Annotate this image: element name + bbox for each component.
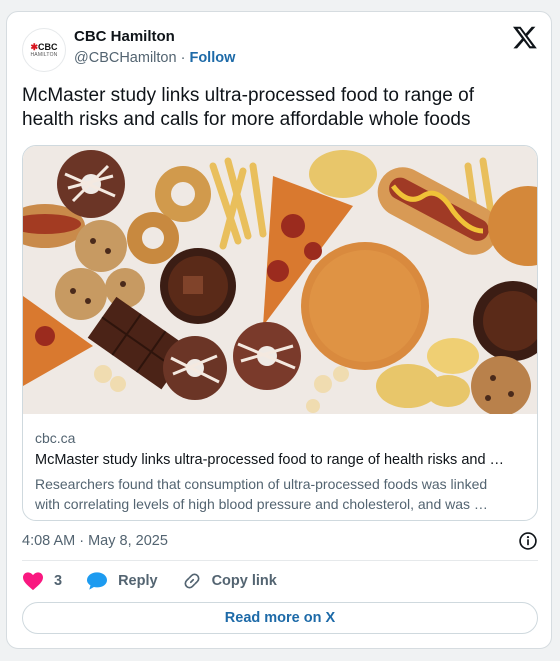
account-handle[interactable]: @CBCHamilton	[74, 50, 177, 66]
cbc-gem-icon: ✱	[30, 42, 39, 52]
tweet-text: McMaster study links ultra-processed foo…	[22, 85, 474, 130]
action-bar: 3 Reply Copy link	[22, 571, 301, 591]
link-title[interactable]: McMaster study links ultra-processed foo…	[35, 452, 525, 468]
reply-label: Reply	[118, 573, 158, 589]
account-name[interactable]: CBC Hamilton	[74, 28, 175, 45]
copy-link-label: Copy link	[211, 573, 277, 589]
avatar-text: CBC	[38, 42, 58, 52]
reply-button[interactable]: Reply	[86, 571, 158, 591]
copy-link-button[interactable]: Copy link	[182, 571, 277, 591]
avatar[interactable]: ✱CBC HAMILTON	[22, 28, 66, 72]
heart-icon	[23, 572, 43, 591]
link-description-line-2: with correlating levels of high blood pr…	[35, 496, 488, 512]
link-description-line-1: Researchers found that consumption of ul…	[35, 476, 488, 492]
separator: ·	[180, 50, 186, 66]
link-domain: cbc.ca	[35, 430, 76, 446]
link-info: cbc.ca McMaster study links ultra-proces…	[23, 414, 537, 514]
handle-row: @CBCHamilton · Follow	[74, 50, 235, 66]
divider	[22, 560, 538, 561]
link-icon	[184, 573, 200, 589]
reply-bubble-icon	[87, 572, 108, 590]
like-count: 3	[54, 573, 63, 589]
info-icon[interactable]	[518, 531, 538, 551]
link-description: Researchers found that consumption of ul…	[35, 474, 525, 514]
x-logo-icon[interactable]	[512, 24, 538, 50]
food-image	[23, 146, 537, 414]
link-card[interactable]: cbc.ca McMaster study links ultra-proces…	[22, 145, 538, 521]
avatar-subtext: HAMILTON	[30, 52, 58, 58]
timestamp[interactable]: 4:08 AM · May 8, 2025	[22, 533, 168, 549]
read-more-button[interactable]: Read more on X	[22, 602, 538, 634]
follow-button[interactable]: Follow	[189, 50, 235, 66]
like-button[interactable]: 3	[22, 571, 62, 591]
